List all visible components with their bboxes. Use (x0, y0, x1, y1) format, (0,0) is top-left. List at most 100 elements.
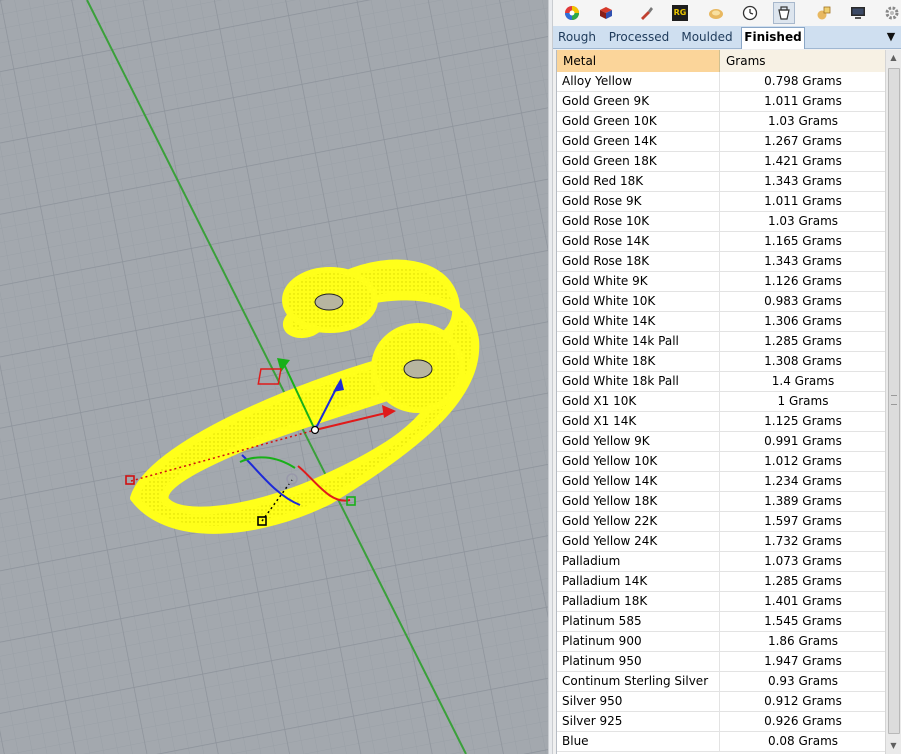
metal-cell: Gold X1 10K (557, 392, 720, 411)
panel-toolbar: RG (553, 0, 901, 27)
metal-cell: Gold Yellow 24K (557, 532, 720, 551)
metal-cell: Gold Green 10K (557, 112, 720, 131)
table-row[interactable]: Gold Yellow 9K 0.991 Grams (557, 432, 886, 452)
table-row[interactable]: Palladium 14K 1.285 Grams (557, 572, 886, 592)
gems-icon[interactable] (813, 2, 835, 24)
table-row[interactable]: Platinum 900 1.86 Grams (557, 632, 886, 652)
grams-cell: 1.285 Grams (764, 334, 842, 348)
grams-cell: 1.545 Grams (764, 614, 842, 628)
table-row[interactable]: Platinum 950 1.947 Grams (557, 652, 886, 672)
grams-cell: 0.93 Grams (767, 674, 839, 688)
table-row[interactable]: Gold Red 18K 1.343 Grams (557, 172, 886, 192)
table-row[interactable]: Gold Rose 18K 1.343 Grams (557, 252, 886, 272)
weight-icon[interactable] (773, 2, 795, 24)
tab-finished[interactable]: Finished (741, 27, 805, 49)
scroll-thumb[interactable] (888, 68, 900, 734)
grams-cell: 1.732 Grams (764, 534, 842, 548)
metal-cell: Alloy Yellow (557, 72, 720, 91)
table-row[interactable]: Continum Sterling Silver 0.93 Grams (557, 672, 886, 692)
table-row[interactable]: Silver 925 0.926 Grams (557, 712, 886, 732)
material-icon[interactable] (595, 2, 617, 24)
metal-cell: Gold Green 9K (557, 92, 720, 111)
table-row[interactable]: Gold White 18k Pall 1.4 Grams (557, 372, 886, 392)
metal-cell: Gold Yellow 22K (557, 512, 720, 531)
metal-cell: Gold Yellow 9K (557, 432, 720, 451)
table-row[interactable]: Gold Rose 9K 1.011 Grams (557, 192, 886, 212)
weight-panel: RG Rough Processed Moulded Finished ▼ Me… (553, 0, 901, 754)
metal-cell: Gold Rose 10K (557, 212, 720, 231)
grams-cell: 1.389 Grams (764, 494, 842, 508)
table-row[interactable]: Gold White 14K 1.306 Grams (557, 312, 886, 332)
vertical-scrollbar[interactable]: ▲ ▼ (885, 50, 901, 754)
table-row[interactable]: Gold White 10K 0.983 Grams (557, 292, 886, 312)
table-row[interactable]: Palladium 1.073 Grams (557, 552, 886, 572)
tab-bar: Rough Processed Moulded Finished ▼ (553, 26, 901, 49)
metal-cell: Platinum 585 (557, 612, 720, 631)
table-row[interactable]: Gold Yellow 18K 1.389 Grams (557, 492, 886, 512)
metal-cell: Gold White 10K (557, 292, 720, 311)
metal-cell: Gold Yellow 10K (557, 452, 720, 471)
table-row[interactable]: Alloy Yellow 0.798 Grams (557, 72, 886, 92)
grams-cell: 1.343 Grams (764, 174, 842, 188)
grams-cell: 0.912 Grams (764, 694, 842, 708)
metal-cell: Gold White 18k Pall (557, 372, 720, 391)
grams-cell: 1.03 Grams (767, 214, 839, 228)
table-row[interactable]: Palladium 18K 1.401 Grams (557, 592, 886, 612)
table-row[interactable]: Gold Yellow 10K 1.012 Grams (557, 452, 886, 472)
scroll-grip (891, 395, 897, 405)
gear-icon[interactable] (881, 2, 901, 24)
viewport-3d[interactable] (0, 0, 548, 754)
table-row[interactable]: Gold Yellow 22K 1.597 Grams (557, 512, 886, 532)
table-row[interactable]: Blue 0.08 Grams (557, 732, 886, 752)
scroll-down-arrow[interactable]: ▼ (886, 738, 901, 754)
color-wheel-icon[interactable] (561, 2, 583, 24)
table-row[interactable]: Gold Green 10K 1.03 Grams (557, 112, 886, 132)
table-row[interactable]: Gold Rose 14K 1.165 Grams (557, 232, 886, 252)
table-row[interactable]: Gold White 18K 1.308 Grams (557, 352, 886, 372)
table-row[interactable]: Gold Green 18K 1.421 Grams (557, 152, 886, 172)
gumball-center[interactable] (310, 425, 320, 435)
tab-moulded[interactable]: Moulded (679, 28, 735, 48)
grams-cell: 1.597 Grams (764, 514, 842, 528)
metal-cell: Silver 950 (557, 692, 720, 711)
table-row[interactable]: Gold Yellow 24K 1.732 Grams (557, 532, 886, 552)
clock-icon[interactable] (739, 2, 761, 24)
table-row[interactable]: Gold Green 14K 1.267 Grams (557, 132, 886, 152)
viewport-canvas[interactable] (0, 0, 548, 754)
grams-cell: 0.991 Grams (764, 434, 842, 448)
table-row[interactable]: Gold Green 9K 1.011 Grams (557, 92, 886, 112)
grams-cell: 1.03 Grams (767, 114, 839, 128)
rg-icon[interactable]: RG (669, 2, 691, 24)
tab-rough[interactable]: Rough (555, 28, 599, 48)
metal-cell: Gold Yellow 18K (557, 492, 720, 511)
grams-cell: 1.947 Grams (764, 654, 842, 668)
tab-processed[interactable]: Processed (607, 28, 671, 48)
column-header-metal[interactable]: Metal (557, 50, 720, 72)
scroll-up-arrow[interactable]: ▲ (886, 50, 901, 66)
grams-cell: 1.4 Grams (771, 374, 835, 388)
metal-cell: Platinum 950 (557, 652, 720, 671)
table-row[interactable]: Gold X1 10K 1 Grams (557, 392, 886, 412)
metal-cell: Gold Rose 18K (557, 252, 720, 271)
table-row[interactable]: Platinum 585 1.545 Grams (557, 612, 886, 632)
metal-cell: Gold White 18K (557, 352, 720, 371)
grid-header: Metal Grams (557, 50, 886, 72)
metal-cell: Palladium 18K (557, 592, 720, 611)
grams-cell: 1.421 Grams (764, 154, 842, 168)
grams-cell: 1.343 Grams (764, 254, 842, 268)
column-header-grams[interactable]: Grams (720, 50, 886, 72)
table-row[interactable]: Gold White 14k Pall 1.285 Grams (557, 332, 886, 352)
metal-cell: Palladium (557, 552, 720, 571)
grams-cell: 1.011 Grams (764, 194, 842, 208)
gem-icon[interactable] (705, 2, 727, 24)
brush-icon[interactable] (635, 2, 657, 24)
table-row[interactable]: Silver 950 0.912 Grams (557, 692, 886, 712)
tab-overflow-menu[interactable]: ▼ (883, 28, 899, 46)
table-row[interactable]: Gold X1 14K 1.125 Grams (557, 412, 886, 432)
table-row[interactable]: Gold Rose 10K 1.03 Grams (557, 212, 886, 232)
monitor-icon[interactable] (847, 2, 869, 24)
grams-cell: 1.401 Grams (764, 594, 842, 608)
ring-loop-hole-right (403, 359, 433, 379)
table-row[interactable]: Gold Yellow 14K 1.234 Grams (557, 472, 886, 492)
table-row[interactable]: Gold White 9K 1.126 Grams (557, 272, 886, 292)
